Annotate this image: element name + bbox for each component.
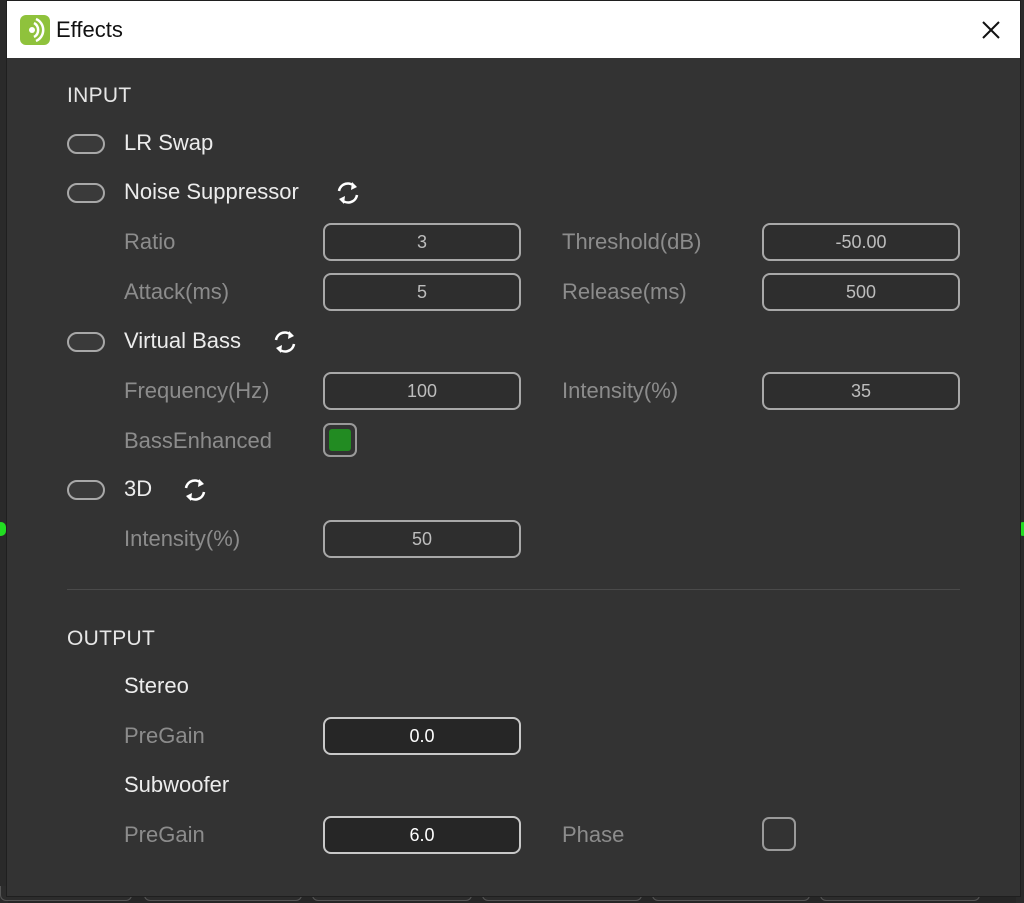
stereo-pregain-field[interactable]: 0.0 (323, 717, 521, 755)
release-label: Release(ms) (562, 279, 687, 304)
virtual-bass-toggle[interactable] (67, 332, 105, 352)
bass-enhanced-checkbox[interactable] (323, 423, 357, 457)
lr-swap-toggle[interactable] (67, 134, 105, 154)
frequency-label: Frequency(Hz) (124, 378, 270, 403)
noise-suppressor-toggle[interactable] (67, 183, 105, 203)
phase-checkbox[interactable] (762, 817, 796, 851)
effects-dialog: Effects INPUT LR Swap Noise Suppressor R… (6, 0, 1021, 897)
input-heading: INPUT (67, 84, 132, 107)
3d-label: 3D (124, 476, 153, 501)
3d-toggle[interactable] (67, 480, 105, 500)
subwoofer-label: Subwoofer (124, 772, 230, 797)
virtual-bass-reset-button[interactable] (270, 327, 300, 357)
3d-intensity-label: Intensity(%) (124, 526, 241, 551)
subwoofer-pregain-field[interactable]: 6.0 (323, 816, 521, 854)
3d-intensity-field[interactable]: 50 (323, 520, 521, 558)
stereo-label: Stereo (124, 673, 189, 698)
noise-suppressor-reset-button[interactable] (333, 178, 363, 208)
close-button[interactable] (972, 11, 1010, 49)
attack-label: Attack(ms) (124, 279, 230, 304)
threshold-label: Threshold(dB) (562, 229, 702, 254)
refresh-icon (274, 331, 296, 353)
ratio-field[interactable]: 3 (323, 223, 521, 261)
refresh-icon (337, 182, 359, 204)
output-heading: OUTPUT (67, 627, 156, 650)
attack-field[interactable]: 5 (323, 273, 521, 311)
close-icon (982, 21, 1000, 39)
ratio-label: Ratio (124, 229, 176, 254)
window-title: Effects (56, 17, 123, 42)
threshold-field[interactable]: -50.00 (762, 223, 960, 261)
section-divider (67, 589, 960, 590)
checkbox-checked-fill (329, 429, 351, 451)
title-bar[interactable]: Effects (7, 1, 1020, 58)
subwoofer-pregain-label: PreGain (124, 822, 205, 847)
virtual-bass-intensity-label: Intensity(%) (562, 378, 679, 403)
frequency-field[interactable]: 100 (323, 372, 521, 410)
phase-label: Phase (562, 822, 625, 847)
release-field[interactable]: 500 (762, 273, 960, 311)
lr-swap-label: LR Swap (124, 130, 214, 155)
virtual-bass-label: Virtual Bass (124, 328, 241, 353)
stereo-pregain-label: PreGain (124, 723, 205, 748)
bass-enhanced-label: BassEnhanced (124, 428, 272, 453)
noise-suppressor-label: Noise Suppressor (124, 179, 299, 204)
3d-reset-button[interactable] (180, 475, 210, 505)
virtual-bass-intensity-field[interactable]: 35 (762, 372, 960, 410)
refresh-icon (184, 479, 206, 501)
app-logo-icon (20, 15, 50, 45)
